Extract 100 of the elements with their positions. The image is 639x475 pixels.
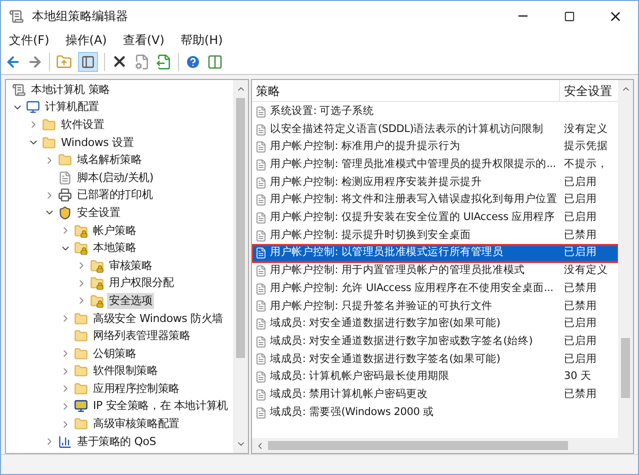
tree-item[interactable]: 本地策略 bbox=[91, 240, 138, 256]
menu-item[interactable]: 帮助(H) bbox=[176, 31, 227, 49]
menu-item[interactable]: 文件(F) bbox=[5, 31, 54, 49]
help-icon[interactable] bbox=[185, 54, 201, 70]
table-cell-text: 用户帐户控制: 允许 UIAccess 应用程序在不使用安全桌面... bbox=[270, 280, 554, 296]
policy-icon bbox=[255, 353, 267, 366]
table-row[interactable]: 用户帐户控制: 用于内置管理员帐户的管理员批准模式 没有定义 bbox=[252, 262, 618, 280]
table-cell-text: 以安全描述符定义语言(SDDL)语法表示的计算机访问限制 bbox=[270, 122, 544, 137]
table-cell-text: 用户帐户控制: 只提升签名并验证的可执行文件 bbox=[270, 298, 492, 314]
table-row[interactable]: 系统设置: 可选子系统 bbox=[252, 103, 618, 121]
table-row[interactable]: 用户帐户控制: 仅提升安装在安全位置的 UIAccess 应用程序 已启用 bbox=[252, 209, 618, 227]
policy-icon bbox=[255, 300, 267, 312]
table-row[interactable]: 用户帐户控制: 标准用户的提升提示行为 提示凭据 bbox=[252, 138, 618, 156]
tree-item[interactable]: 脚本(启动/关机) bbox=[75, 170, 156, 186]
locked-folder-icon bbox=[90, 276, 104, 290]
tree-item[interactable]: 公钥策略 bbox=[91, 346, 138, 362]
table-row[interactable]: 用户帐户控制: 检测应用程序安装并提示提升 已启用 bbox=[252, 174, 618, 192]
column-header[interactable]: 安全设置 bbox=[560, 80, 618, 101]
table-row[interactable]: 域成员: 对安全通道数据进行数字加密或数字签名(始终) 已启用 bbox=[252, 332, 618, 351]
table-cell-text: 用户帐户控制: 以管理员批准模式运行所有管理员 bbox=[270, 245, 504, 260]
tree-item[interactable]: 软件限制策略 bbox=[91, 363, 160, 380]
tree-item[interactable]: IP 安全策略，在 本地计算机 bbox=[91, 398, 230, 414]
menu-item[interactable]: 查看(V) bbox=[118, 31, 168, 49]
tree-item[interactable]: 帐户策略 bbox=[91, 222, 138, 239]
tree-toggle-button[interactable] bbox=[78, 52, 98, 72]
tree-item[interactable]: 网络列表管理器策略 bbox=[91, 328, 192, 344]
folder-icon bbox=[74, 329, 88, 344]
tree-item[interactable]: 已部署的打印机 bbox=[75, 187, 155, 204]
view-icon[interactable] bbox=[207, 54, 223, 70]
tree-item[interactable]: 高级安全 Windows 防火墙 bbox=[91, 310, 225, 327]
table-row[interactable]: 域成员: 对安全通道数据进行数字签名(如果可能) 已启用 bbox=[252, 350, 618, 368]
back-icon[interactable] bbox=[5, 54, 21, 70]
folder-icon bbox=[74, 382, 88, 396]
tree-item[interactable]: 基于策略的 QoS bbox=[75, 434, 158, 450]
policy-icon bbox=[255, 141, 267, 154]
export-icon[interactable] bbox=[156, 54, 172, 70]
table-row[interactable]: 用户帐户控制: 以管理员批准模式运行所有管理员 已启用 bbox=[252, 244, 618, 262]
table-cell-text: 已启用 bbox=[563, 174, 597, 190]
table-row[interactable]: 域成员: 禁用计算机帐户密码更改 已禁用 bbox=[252, 386, 618, 404]
locked-folder-icon bbox=[90, 258, 104, 273]
scroll-thumb[interactable] bbox=[236, 98, 245, 358]
tree-item[interactable]: 应用程序控制策略 bbox=[91, 380, 182, 397]
table-cell-text: 已禁用 bbox=[563, 228, 597, 243]
scrollbar[interactable] bbox=[618, 80, 633, 438]
policy-icon bbox=[255, 336, 267, 348]
policy-icon bbox=[255, 106, 267, 118]
folder-icon bbox=[74, 417, 88, 432]
menu-item[interactable]: 操作(A) bbox=[61, 31, 111, 49]
delete-icon[interactable] bbox=[111, 53, 128, 70]
policy-icon bbox=[255, 212, 267, 224]
properties-icon[interactable] bbox=[134, 54, 150, 70]
table-cell-text: 域成员: 对安全通道数据进行数字签名(如果可能) bbox=[270, 352, 500, 367]
table-row[interactable]: 域成员: 计算机帐户密码最长使用期限 30 天 bbox=[252, 368, 618, 386]
table-cell-text: 30 天 bbox=[563, 369, 592, 384]
table-cell-text: 域成员: 对安全通道数据进行数字加密(如果可能) bbox=[270, 316, 500, 332]
scrollbar[interactable] bbox=[233, 80, 248, 453]
policy-icon bbox=[255, 230, 267, 242]
column-header[interactable]: 策略 bbox=[252, 80, 560, 101]
table-cell-text: 域成员: 对安全通道数据进行数字加密或数字签名(始终) bbox=[270, 334, 533, 349]
table-cell-text: 用户帐户控制: 将文件和注册表写入错误虚拟化到每用户位置 bbox=[270, 192, 558, 208]
tree-item[interactable]: 用户权限分配 bbox=[107, 275, 176, 292]
scroll-thumb[interactable] bbox=[268, 441, 568, 450]
table-cell-text: 已禁用 bbox=[563, 280, 597, 296]
network-icon bbox=[74, 399, 88, 414]
horizontal-scrollbar[interactable] bbox=[252, 438, 633, 453]
maximize-icon bbox=[564, 10, 574, 22]
window-title: 本地组策略编辑器 bbox=[32, 8, 128, 25]
tree-item[interactable]: 域名解析策略 bbox=[75, 152, 144, 168]
tree-item[interactable]: 高级审核策略配置 bbox=[91, 416, 182, 432]
policy-icon bbox=[255, 265, 267, 278]
locked-folder-icon bbox=[90, 294, 104, 308]
table-row[interactable]: 域成员: 需要强(Windows 2000 或 bbox=[252, 404, 618, 422]
locked-folder-icon bbox=[74, 224, 88, 238]
tree-item[interactable]: 安全设置 bbox=[75, 204, 122, 221]
table-cell-text: 系统设置: 可选子系统 bbox=[270, 104, 374, 119]
table-row[interactable]: 用户帐户控制: 提示提升时切换到安全桌面 已禁用 bbox=[252, 226, 618, 244]
scroll-thumb[interactable] bbox=[621, 338, 630, 398]
tree-item[interactable]: 安全选项 bbox=[107, 292, 154, 309]
policy-icon bbox=[255, 282, 267, 295]
table-cell-text: 用户帐户控制: 提示提升时切换到安全桌面 bbox=[270, 228, 471, 243]
tree-item[interactable]: 软件设置 bbox=[59, 116, 106, 133]
up-folder-icon[interactable] bbox=[56, 54, 72, 70]
tree-item[interactable]: 审核策略 bbox=[107, 258, 154, 274]
tree-item[interactable]: Windows 设置 bbox=[59, 134, 136, 151]
policy-icon bbox=[255, 371, 267, 384]
table-row[interactable]: 用户帐户控制: 允许 UIAccess 应用程序在不使用安全桌面... 已禁用 bbox=[252, 280, 618, 298]
table-row[interactable]: 用户帐户控制: 管理员批准模式中管理员的提升权限提示的... 不提示， bbox=[252, 156, 618, 174]
table-row[interactable]: 以安全描述符定义语言(SDDL)语法表示的计算机访问限制 没有定义 bbox=[252, 120, 618, 138]
tree-item[interactable]: 本地计算机 策略 bbox=[29, 82, 112, 98]
table-row[interactable]: 用户帐户控制: 将文件和注册表写入错误虚拟化到每用户位置 已启用 bbox=[252, 191, 618, 210]
folder-icon bbox=[58, 153, 72, 168]
forward-icon[interactable] bbox=[27, 54, 43, 70]
table-cell-text: 没有定义 bbox=[563, 122, 608, 137]
table-row[interactable]: 域成员: 对安全通道数据进行数字加密(如果可能) 已启用 bbox=[252, 315, 618, 333]
table-cell-text: 已启用 bbox=[563, 192, 597, 208]
tree-item[interactable]: 计算机配置 bbox=[43, 99, 102, 116]
table-row[interactable]: 用户帐户控制: 只提升签名并验证的可执行文件 已禁用 bbox=[252, 298, 618, 316]
policy-icon bbox=[255, 124, 267, 136]
folder-icon bbox=[42, 136, 56, 150]
table-cell-text: 已启用 bbox=[563, 334, 597, 349]
